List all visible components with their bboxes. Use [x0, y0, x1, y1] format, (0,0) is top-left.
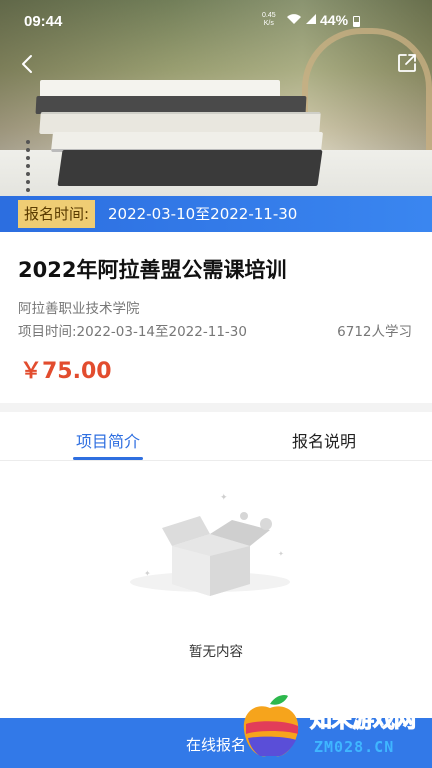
svg-text:✦: ✦: [144, 569, 151, 578]
site-watermark: 知末游戏网 ZM028.CN: [228, 680, 432, 768]
apple-logo-icon: [243, 694, 299, 757]
network-speed: 0.45 K/s: [262, 12, 276, 28]
empty-box-icon: ✦ ✦ ✦: [130, 493, 290, 596]
tab-project-intro[interactable]: 项目简介: [50, 428, 166, 452]
svg-text:✦: ✦: [220, 493, 228, 503]
cover-book: [50, 132, 324, 152]
cover-notebook-coil: [26, 140, 56, 200]
course-organization: 阿拉善职业技术学院: [18, 301, 140, 317]
tab-registration-info[interactable]: 报名说明: [266, 428, 382, 452]
registration-time-label: 报名时间:: [18, 200, 96, 228]
empty-state-text: 暂无内容: [189, 644, 243, 660]
battery-level: 44%: [320, 12, 349, 28]
learner-count: 6712人学习: [337, 324, 412, 340]
share-button[interactable]: [396, 52, 418, 74]
status-bar: 09:44 0.45 K/s 44%: [0, 0, 432, 40]
svg-text:✦: ✦: [278, 550, 284, 558]
network-speed-unit: K/s: [263, 20, 274, 27]
course-price: ￥75.00: [20, 359, 112, 384]
course-title: 2022年阿拉善盟公需课培训: [18, 258, 287, 282]
section-divider: [0, 403, 432, 412]
tab-divider: [0, 460, 432, 461]
watermark-url: ZM028.CN: [314, 738, 395, 756]
status-time: 09:44: [24, 13, 63, 30]
wifi-icon: [286, 13, 302, 28]
signal-icon: [305, 13, 317, 28]
cover-book: [39, 112, 321, 134]
back-arrow-icon: [22, 55, 32, 73]
share-icon: [398, 54, 416, 72]
cover-book: [57, 150, 323, 186]
battery-icon: [353, 16, 360, 27]
network-speed-value: 0.45: [262, 12, 276, 19]
back-button[interactable]: [16, 52, 40, 76]
project-time: 项目时间:2022-03-14至2022-11-30: [18, 324, 247, 340]
registration-date-range: 2022-03-10至2022-11-30: [108, 205, 298, 223]
watermark-site-name: 知末游戏网: [309, 708, 416, 734]
